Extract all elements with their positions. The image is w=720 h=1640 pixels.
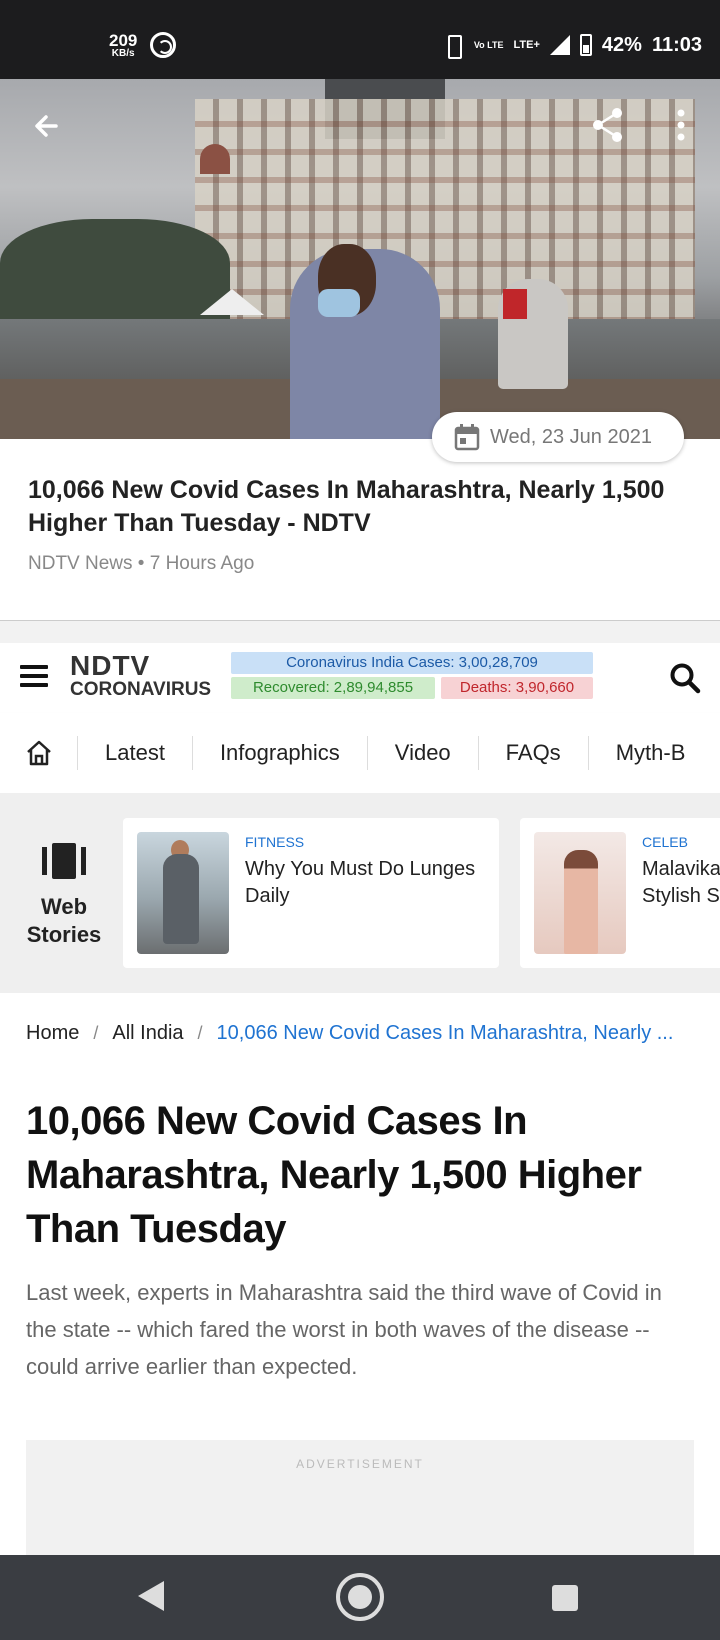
card-title[interactable]: 10,066 New Covid Cases In Maharashtra, N… — [28, 474, 678, 540]
battery-percent: 42% — [601, 33, 642, 56]
section-divider — [0, 620, 720, 643]
nav-item-infographics[interactable]: Infographics — [193, 736, 368, 770]
status-icons: Vo LTE LTE+ 42% 11:03 — [442, 30, 702, 60]
clock: 11:03 — [651, 33, 702, 56]
web-stories-icon — [42, 843, 86, 879]
nav-item-video[interactable]: Video — [368, 736, 479, 770]
hero-image — [0, 79, 720, 439]
date-pill: Wed, 23 Jun 2021 — [432, 412, 684, 462]
page-title: 10,066 New Covid Cases In Maharashtra, N… — [26, 1099, 642, 1251]
network-speed: 209 KB/s — [109, 32, 137, 59]
breadcrumb-current: 10,066 New Covid Cases In Maharashtra, N… — [216, 1022, 674, 1044]
share-icon[interactable] — [588, 105, 628, 145]
web-stories-label[interactable]: Web Stories — [20, 843, 108, 949]
nav-item-myth[interactable]: Myth-B — [589, 736, 713, 770]
back-arrow-icon[interactable] — [26, 103, 72, 149]
ndtv-coronavirus-logo[interactable]: NDTV CORONAVIRUS — [70, 652, 220, 701]
data-saver-icon — [150, 32, 176, 58]
speed-value: 209 — [109, 31, 138, 50]
breadcrumb-section[interactable]: All India — [112, 1022, 183, 1045]
vibrate-icon — [442, 34, 464, 59]
story-category: CELEB — [642, 834, 688, 850]
story-title: Malavika Stylish S — [642, 858, 720, 907]
advertisement[interactable]: ADVERTISEMENT — [26, 1440, 694, 1555]
calendar-icon — [454, 424, 480, 451]
covid-stats[interactable]: Coronavirus India Cases: 3,00,28,709 Rec… — [231, 652, 593, 699]
breadcrumb: Home / All India / 10,066 New Covid Case… — [26, 1022, 696, 1045]
ad-label: ADVERTISEMENT — [296, 1457, 424, 1471]
article-summary: Last week, experts in Maharashtra said t… — [26, 1280, 662, 1379]
story-thumbnail — [534, 832, 626, 954]
story-card[interactable]: FITNESS Why You Must Do Lunges Daily — [123, 818, 499, 968]
menu-icon[interactable] — [20, 665, 48, 689]
search-icon[interactable] — [668, 661, 702, 695]
article-date: Wed, 23 Jun 2021 — [490, 425, 652, 448]
deaths-stat: Deaths: 3,90,660 — [441, 677, 593, 699]
site-header: NDTV CORONAVIRUS Coronavirus India Cases… — [0, 643, 720, 713]
card-meta: NDTV News • 7 Hours Ago — [28, 553, 255, 574]
breadcrumb-home[interactable]: Home — [26, 1022, 79, 1045]
volte-label: Vo LTE — [473, 39, 504, 50]
system-nav-bar — [0, 1555, 720, 1640]
web-stories-strip: Web Stories FITNESS Why You Must Do Lung… — [0, 793, 720, 993]
app-screen: 209 KB/s Vo LTE LTE+ 42% 11:03 Wed, 23 J… — [0, 0, 720, 1640]
nav-back-icon[interactable] — [138, 1581, 164, 1611]
nav-item-faqs[interactable]: FAQs — [479, 736, 589, 770]
home-icon[interactable] — [0, 736, 78, 770]
story-title: Why You Must Do Lunges Daily — [245, 858, 476, 907]
more-options-icon[interactable] — [668, 105, 694, 145]
cases-stat: Coronavirus India Cases: 3,00,28,709 — [231, 652, 593, 674]
nav-item-latest[interactable]: Latest — [78, 736, 193, 770]
recovered-stat: Recovered: 2,89,94,855 — [231, 677, 435, 699]
speed-unit: KB/s — [111, 48, 135, 59]
story-card[interactable]: CELEB Malavika Stylish S — [520, 818, 720, 968]
nav-home-icon[interactable] — [336, 1573, 384, 1621]
nav-recents-icon[interactable] — [552, 1585, 578, 1611]
category-nav: Latest Infographics Video FAQs Myth-B — [0, 713, 720, 793]
status-bar: 209 KB/s Vo LTE LTE+ 42% 11:03 — [0, 0, 720, 79]
battery-icon — [579, 34, 592, 56]
story-thumbnail — [137, 832, 229, 954]
signal-icon — [549, 35, 570, 55]
lte-label: LTE+ — [513, 38, 540, 51]
story-category: FITNESS — [245, 834, 305, 850]
